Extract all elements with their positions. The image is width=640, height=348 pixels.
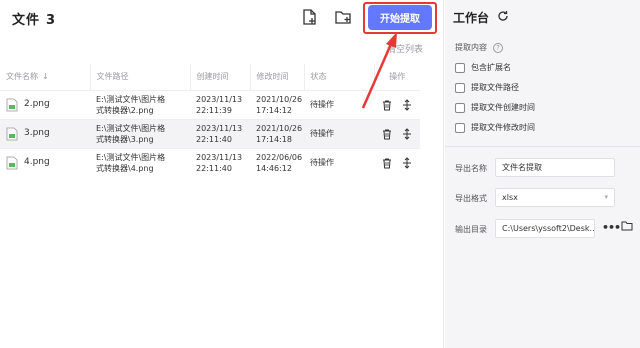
checkbox-include-extension[interactable]: 包含扩展名 <box>455 62 511 73</box>
more-options-icon[interactable]: ••• <box>602 221 621 234</box>
delete-icon[interactable] <box>381 128 393 140</box>
checkbox-extract-ctime[interactable]: 提取文件创建时间 <box>455 102 535 113</box>
checkbox-box[interactable] <box>455 122 465 133</box>
table-row[interactable]: 4.png E:\测试文件\图片格 式转换器\4.png 2023/11/13 22… <box>0 147 420 177</box>
modify-time: 14:46:12 <box>256 163 292 173</box>
file-name: 3.png <box>24 128 50 138</box>
create-date: 2023/11/13 <box>196 123 243 133</box>
file-list-panel: 文件 3 开始提取 清空列表 文件名称 ↓ 文件路径 创建时间 修改时间 状态 操作… <box>0 0 444 348</box>
output-dir-input[interactable]: C:\Users\yssoft2\Desk... <box>495 219 595 238</box>
file-table: 文件名称 ↓ 文件路径 创建时间 修改时间 状态 操作 2.png E:\测试文件… <box>0 64 420 177</box>
column-header-status: 状态 <box>304 64 375 90</box>
modify-time: 17:14:18 <box>256 134 292 144</box>
files-title-label: 文件 <box>12 13 41 28</box>
column-header-ctime: 创建时间 <box>190 64 251 90</box>
file-path-line2: 式转换器\3.png <box>96 134 154 144</box>
create-date: 2023/11/13 <box>196 152 243 162</box>
workspace-panel: 工作台 提取内容 ? 包含扩展名 提取文件路径 提取文件创建时间 提取文件修改时… <box>445 0 640 348</box>
export-format-select[interactable]: xlsx ▾ <box>495 188 615 207</box>
modify-date: 2021/10/26 <box>256 94 303 104</box>
create-time: 22:11:39 <box>196 105 232 115</box>
image-file-icon <box>6 98 18 112</box>
file-path-line2: 式转换器\2.png <box>96 105 154 115</box>
image-file-icon <box>6 156 18 170</box>
file-name: 2.png <box>24 99 50 109</box>
create-time: 22:11:40 <box>196 134 232 144</box>
checkbox-box[interactable] <box>455 62 465 73</box>
modify-time: 17:14:12 <box>256 105 292 115</box>
modify-date: 2021/10/26 <box>256 123 303 133</box>
file-path-line1: E:\测试文件\图片格 <box>96 94 166 104</box>
file-name: 4.png <box>24 157 50 168</box>
start-extract-button[interactable]: 开始提取 <box>368 5 432 30</box>
column-header-name[interactable]: 文件名称 ↓ <box>0 64 91 90</box>
chevron-down-icon: ▾ <box>604 193 608 201</box>
files-title: 文件 3 <box>12 9 56 28</box>
checkbox-label: 提取文件路径 <box>471 83 519 92</box>
checkbox-box[interactable] <box>455 102 465 113</box>
file-count: 3 <box>46 13 57 28</box>
workspace-title: 工作台 <box>453 11 490 25</box>
modify-date: 2022/06/06 <box>256 152 303 162</box>
drag-handle-icon[interactable] <box>401 98 413 111</box>
delete-icon[interactable] <box>381 99 393 111</box>
checkbox-label: 包含扩展名 <box>471 63 511 72</box>
output-dir-label: 输出目录 <box>455 225 487 234</box>
sort-arrow-icon: ↓ <box>42 72 49 82</box>
file-path-line2: 式转换器\4.png <box>96 163 154 173</box>
export-format-value: xlsx <box>502 193 518 202</box>
table-row[interactable]: 3.png E:\测试文件\图片格 式转换器\3.png 2023/11/13 22… <box>0 118 420 148</box>
checkbox-box[interactable] <box>455 82 465 93</box>
table-header-row: 文件名称 ↓ 文件路径 创建时间 修改时间 状态 操作 <box>0 64 420 90</box>
checkbox-extract-path[interactable]: 提取文件路径 <box>455 82 519 93</box>
clear-list-button[interactable]: 清空列表 <box>387 42 423 55</box>
extract-content-label: 提取内容 ? <box>455 42 503 53</box>
checkbox-label: 提取文件创建时间 <box>471 103 535 112</box>
help-icon[interactable]: ? <box>493 42 503 53</box>
status-text: 待操作 <box>304 147 374 177</box>
create-date: 2023/11/13 <box>196 94 243 104</box>
file-path-line1: E:\测试文件\图片格 <box>96 152 166 162</box>
divider <box>445 146 640 147</box>
image-file-icon <box>6 127 18 141</box>
drag-handle-icon[interactable] <box>401 127 413 140</box>
create-time: 22:11:40 <box>196 163 232 173</box>
export-name-input[interactable]: 文件名提取 <box>495 158 615 177</box>
status-text: 待操作 <box>304 89 374 119</box>
checkbox-extract-mtime[interactable]: 提取文件修改时间 <box>455 122 535 133</box>
add-file-icon[interactable] <box>300 8 318 26</box>
folder-icon[interactable] <box>621 221 633 231</box>
export-name-label: 导出名称 <box>455 164 487 173</box>
column-header-ops: 操作 <box>389 72 406 82</box>
column-header-path: 文件路径 <box>90 64 191 90</box>
column-header-mtime: 修改时间 <box>250 64 305 90</box>
file-path-line1: E:\测试文件\图片格 <box>96 123 166 133</box>
checkbox-label: 提取文件修改时间 <box>471 123 535 132</box>
export-format-label: 导出格式 <box>455 194 487 203</box>
add-folder-icon[interactable] <box>334 8 352 26</box>
refresh-icon[interactable] <box>497 10 509 22</box>
drag-handle-icon[interactable] <box>401 157 413 169</box>
table-row[interactable]: 2.png E:\测试文件\图片格 式转换器\2.png 2023/11/13 22… <box>0 89 420 119</box>
status-text: 待操作 <box>304 118 374 148</box>
delete-icon[interactable] <box>381 157 393 169</box>
